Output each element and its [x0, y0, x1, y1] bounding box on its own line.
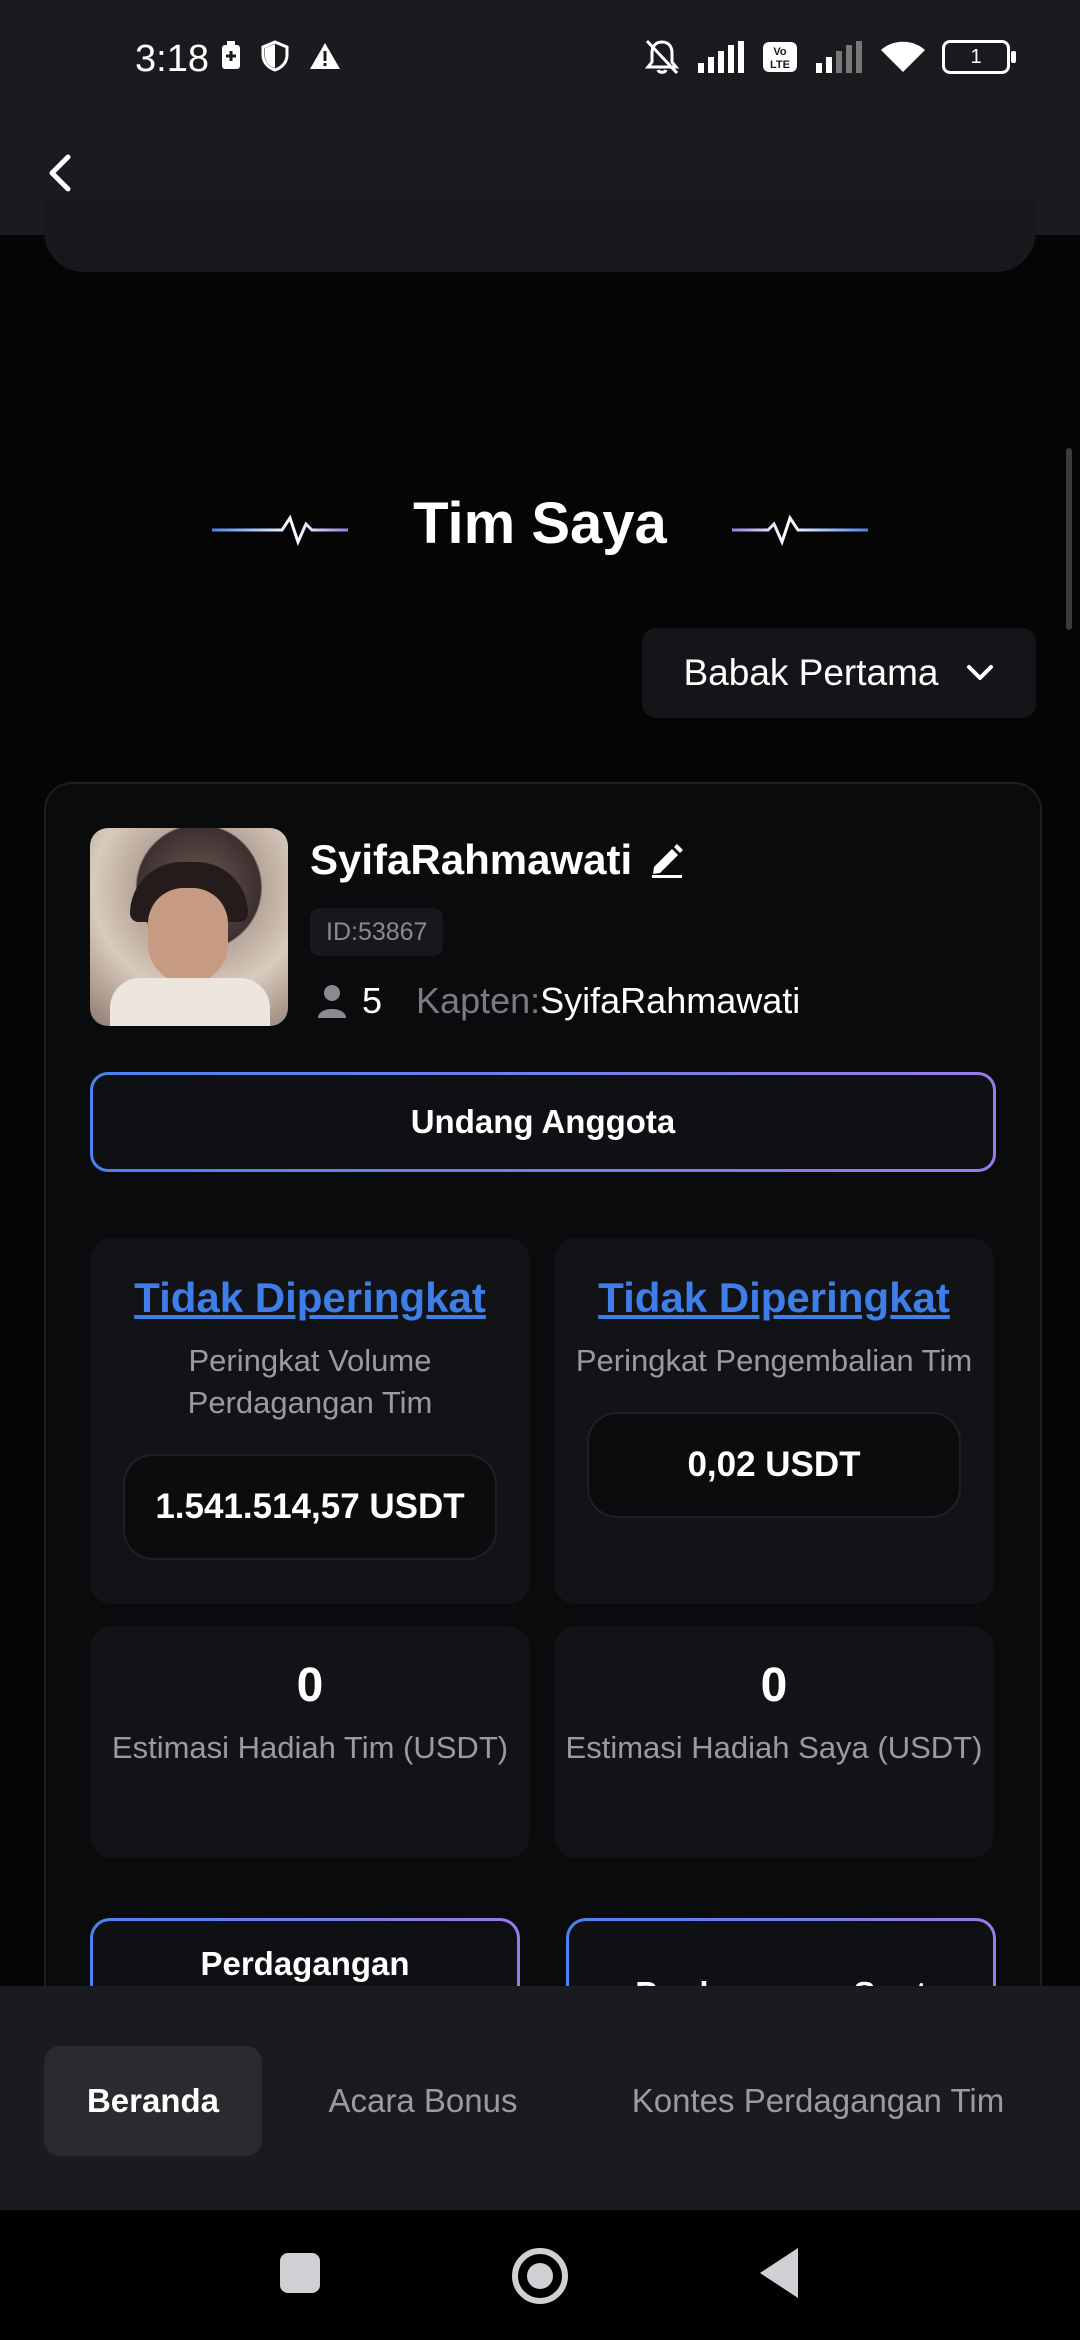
- status-bar: 3:18 Vo LTE 1: [0, 0, 1080, 125]
- system-navigation-bar: [0, 2210, 1080, 2340]
- team-reward-value: 0: [296, 1659, 324, 1712]
- volume-value: 1.541.514,57 USDT: [123, 1454, 497, 1560]
- back-icon[interactable]: [760, 2248, 798, 2298]
- battery-saver-icon: [222, 41, 240, 69]
- volte-icon: VoLTE: [763, 42, 797, 72]
- round-dropdown[interactable]: Babak Pertama: [642, 628, 1036, 718]
- mute-icon: [644, 39, 680, 75]
- invite-member-button[interactable]: Undang Anggota: [90, 1072, 996, 1172]
- edit-icon[interactable]: [648, 841, 686, 879]
- volume-rank-box: Tidak Diperingkat Peringkat Volume Perda…: [90, 1238, 530, 1604]
- home-icon[interactable]: [512, 2248, 568, 2304]
- status-time: 3:18: [135, 38, 209, 80]
- warning-icon: [310, 43, 340, 69]
- captain-label: Kapten:: [416, 980, 541, 1021]
- team-avatar: [90, 828, 288, 1026]
- team-card: SyifaRahmawati ID:53867 5 Kapten: SyifaR…: [44, 782, 1042, 2086]
- back-arrow-icon[interactable]: [38, 143, 78, 203]
- status-left-icons: [220, 40, 342, 72]
- pulse-decoration-right: [732, 514, 868, 547]
- volume-rank-label: Peringkat Volume Perdagangan Tim: [187, 1343, 433, 1420]
- shield-icon: [261, 40, 289, 72]
- team-name: SyifaRahmawati: [310, 836, 633, 883]
- recent-apps-icon[interactable]: [280, 2253, 320, 2293]
- captain-name: SyifaRahmawati: [540, 980, 801, 1021]
- return-rank-box: Tidak Diperingkat Peringkat Pengembalian…: [554, 1238, 994, 1604]
- volume-rank-link[interactable]: Tidak Diperingkat: [90, 1274, 530, 1322]
- my-reward-label: Estimasi Hadiah Saya (USDT): [565, 1730, 983, 1765]
- svg-text:Vo: Vo: [773, 46, 787, 58]
- svg-text:LTE: LTE: [770, 59, 790, 71]
- tab-kontes-perdagangan-tim[interactable]: Kontes Perdagangan Tim: [610, 2046, 1026, 2156]
- team-reward-box: 0 Estimasi Hadiah Tim (USDT): [90, 1626, 530, 1858]
- section-title: Tim Saya: [413, 491, 667, 556]
- team-name-row: SyifaRahmawati: [310, 836, 686, 884]
- person-icon: [318, 985, 346, 1018]
- team-id: ID:53867: [310, 908, 444, 956]
- chevron-down-icon: [966, 665, 993, 680]
- return-value: 0,02 USDT: [587, 1412, 961, 1518]
- tab-acara-bonus[interactable]: Acara Bonus: [300, 2046, 546, 2156]
- bottom-tab-bar: Beranda Acara Bonus Kontes Perdagangan T…: [0, 1986, 1080, 2210]
- member-count: 5: [362, 980, 383, 1021]
- signal-icon: [698, 41, 744, 73]
- team-reward-label: Estimasi Hadiah Tim (USDT): [111, 1730, 509, 1765]
- team-meta: 5 Kapten: SyifaRahmawati: [316, 980, 800, 1022]
- tab-beranda[interactable]: Beranda: [44, 2046, 262, 2156]
- wifi-icon: [881, 41, 925, 72]
- status-right-icons: Vo LTE 1: [644, 38, 1016, 76]
- battery-icon: 1: [942, 40, 1016, 74]
- previous-card: [44, 200, 1036, 272]
- return-rank-link[interactable]: Tidak Diperingkat: [554, 1274, 994, 1322]
- my-reward-box: 0 Estimasi Hadiah Saya (USDT): [554, 1626, 994, 1858]
- return-rank-label: Peringkat Pengembalian Tim: [575, 1343, 973, 1378]
- signal-weak-icon: [816, 41, 862, 73]
- round-dropdown-value: Babak Pertama: [683, 652, 939, 693]
- my-reward-value: 0: [760, 1659, 788, 1712]
